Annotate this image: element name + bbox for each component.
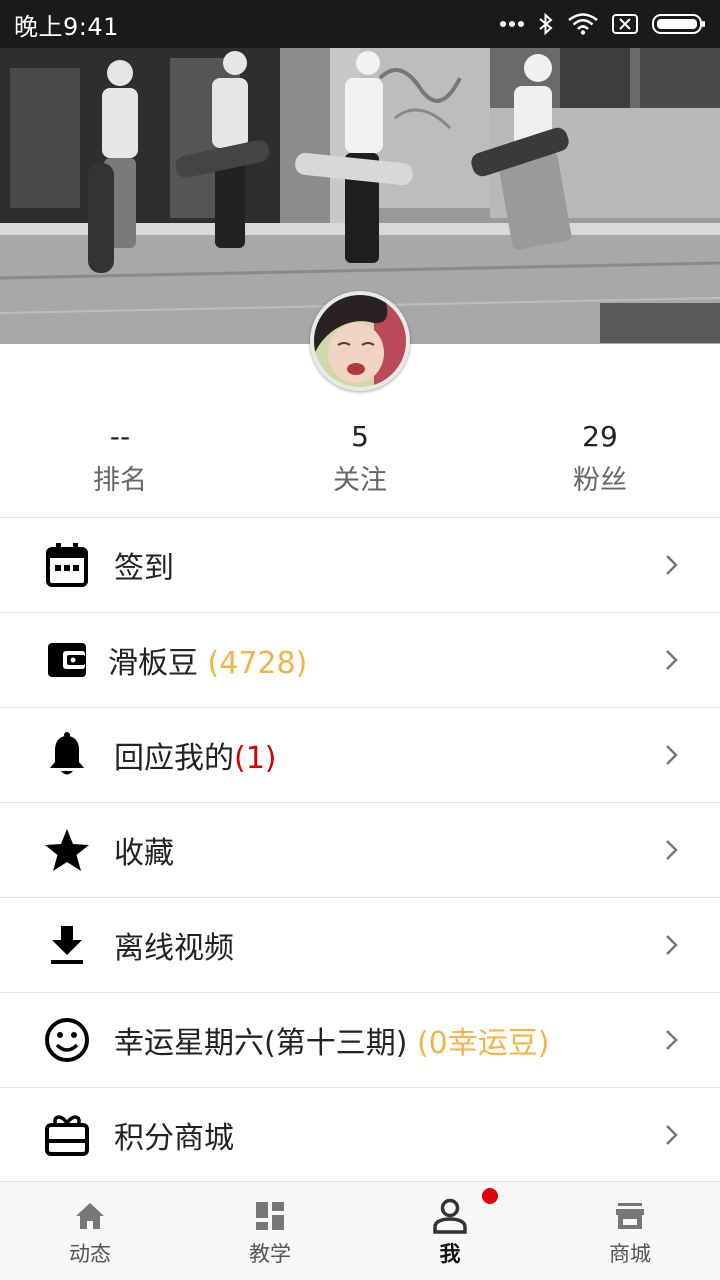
chevron-right-icon: [666, 1124, 678, 1145]
stat-value: --: [109, 420, 131, 453]
chevron-right-icon: [666, 1030, 678, 1050]
bluetooth-icon: [538, 12, 554, 36]
nav-tab-me[interactable]: 我: [360, 1182, 540, 1280]
menu-item-label: 签到: [114, 551, 174, 586]
profile-menu: 签到 滑板豆 (4728) 回应我的(1) 收藏 离线视频 幸运星期六(第十三期…: [0, 517, 720, 1182]
menu-item-replies[interactable]: 回应我的(1): [0, 707, 720, 802]
smiley-icon: [44, 1017, 90, 1063]
nav-label: 我: [439, 1242, 461, 1266]
menu-item-offline-videos[interactable]: 离线视频: [0, 897, 720, 992]
status-icons: [500, 12, 706, 36]
wallet-icon: [44, 637, 90, 683]
stat-label: 排名: [93, 465, 147, 496]
stat-value: 29: [582, 420, 618, 453]
menu-item-lucky-saturday[interactable]: 幸运星期六(第十三期) (0幸运豆): [0, 992, 720, 1087]
home-icon: [72, 1198, 108, 1234]
nav-tab-store[interactable]: 商城: [540, 1182, 720, 1280]
stat-followers[interactable]: 29 粉丝: [480, 418, 720, 518]
notification-dot: [482, 1188, 498, 1204]
chevron-right-icon: [666, 935, 678, 955]
user-avatar[interactable]: [310, 291, 410, 391]
menu-item-label: 回应我的(1): [114, 741, 277, 776]
nav-tab-teaching[interactable]: 教学: [180, 1182, 360, 1280]
more-dots-icon: [500, 20, 524, 28]
stat-following[interactable]: 5 关注: [240, 418, 480, 518]
menu-item-label: 离线视频: [114, 931, 234, 966]
menu-item-label: 滑板豆 (4728): [108, 646, 308, 681]
download-icon: [44, 922, 90, 968]
nav-tab-feed[interactable]: 动态: [0, 1182, 180, 1280]
wifi-icon: [568, 13, 598, 35]
menu-item-points-mall[interactable]: 积分商城: [0, 1087, 720, 1182]
person-icon: [432, 1198, 468, 1234]
chevron-right-icon: [666, 745, 678, 765]
battery-icon: [652, 13, 706, 35]
status-bar: 晚上9:41: [0, 0, 720, 48]
stat-value: 5: [351, 420, 369, 453]
dashboard-icon: [252, 1198, 288, 1234]
chevron-right-icon: [666, 840, 678, 860]
no-sim-icon: [612, 14, 638, 34]
menu-item-label: 幸运星期六(第十三期) (0幸运豆): [114, 1026, 550, 1061]
nav-label: 教学: [249, 1242, 291, 1266]
menu-item-favorites[interactable]: 收藏: [0, 802, 720, 897]
star-icon: [44, 827, 90, 873]
menu-item-label: 收藏: [114, 836, 174, 871]
nav-label: 动态: [69, 1242, 111, 1266]
chevron-right-icon: [666, 555, 678, 575]
menu-item-skateboard-beans[interactable]: 滑板豆 (4728): [0, 612, 720, 707]
bell-icon: [44, 732, 90, 778]
stat-label: 关注: [333, 465, 387, 496]
chevron-right-icon: [666, 650, 678, 670]
stat-ranking[interactable]: -- 排名: [0, 418, 240, 518]
status-time: 晚上9:41: [14, 12, 119, 41]
calendar-icon: [44, 542, 90, 588]
bottom-navigation: 动态 教学 我 商城: [0, 1181, 720, 1280]
stat-label: 粉丝: [573, 465, 627, 496]
menu-item-checkin[interactable]: 签到: [0, 517, 720, 612]
nav-label: 商城: [609, 1242, 651, 1266]
store-icon: [612, 1198, 648, 1234]
menu-item-label: 积分商城: [114, 1120, 234, 1156]
gift-icon: [44, 1112, 90, 1158]
profile-stats: -- 排名 5 关注 29 粉丝: [0, 418, 720, 518]
